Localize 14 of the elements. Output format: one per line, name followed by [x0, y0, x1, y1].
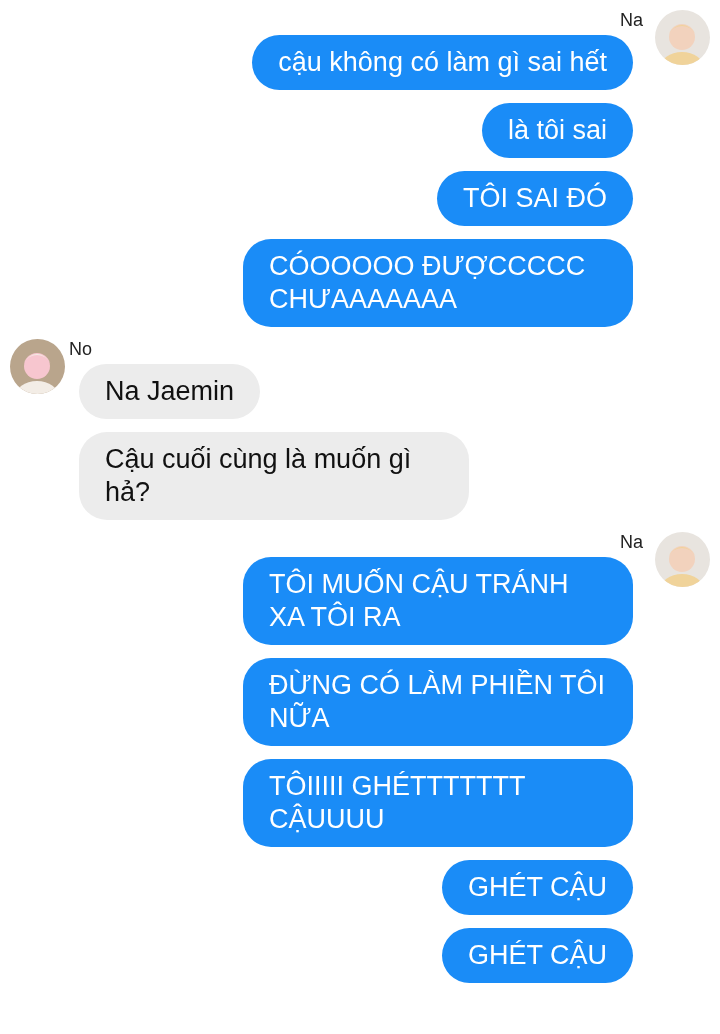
message-bubble: là tôi sai	[481, 103, 633, 158]
message-bubble: TÔI SAI ĐÓ	[436, 171, 633, 226]
sender-name: No	[69, 339, 92, 359]
message-bubble: GHÉT CẬU	[441, 860, 633, 915]
message-bubble: GHÉT CẬU	[441, 928, 633, 983]
message-bubble: CÓOOOOO ĐƯỢCCCCC CHƯAAAAAAA	[243, 239, 633, 327]
message-bubble: cậu không có làm gì sai hết	[252, 35, 633, 90]
sender-name: Na	[620, 10, 643, 30]
message-bubble: Cậu cuối cùng là muốn gì hả?	[79, 432, 469, 520]
message-bubble: TÔI MUỐN CẬU TRÁNH XA TÔI RA	[243, 557, 633, 645]
message-bubble: Na Jaemin	[79, 364, 261, 419]
sender-name: Na	[620, 532, 643, 552]
message-bubble: ĐỪNG CÓ LÀM PHIỀN TÔI NỮA	[243, 658, 633, 746]
message-bubble: TÔIIIII GHÉTTTTTTT CẬUUUU	[243, 759, 633, 847]
